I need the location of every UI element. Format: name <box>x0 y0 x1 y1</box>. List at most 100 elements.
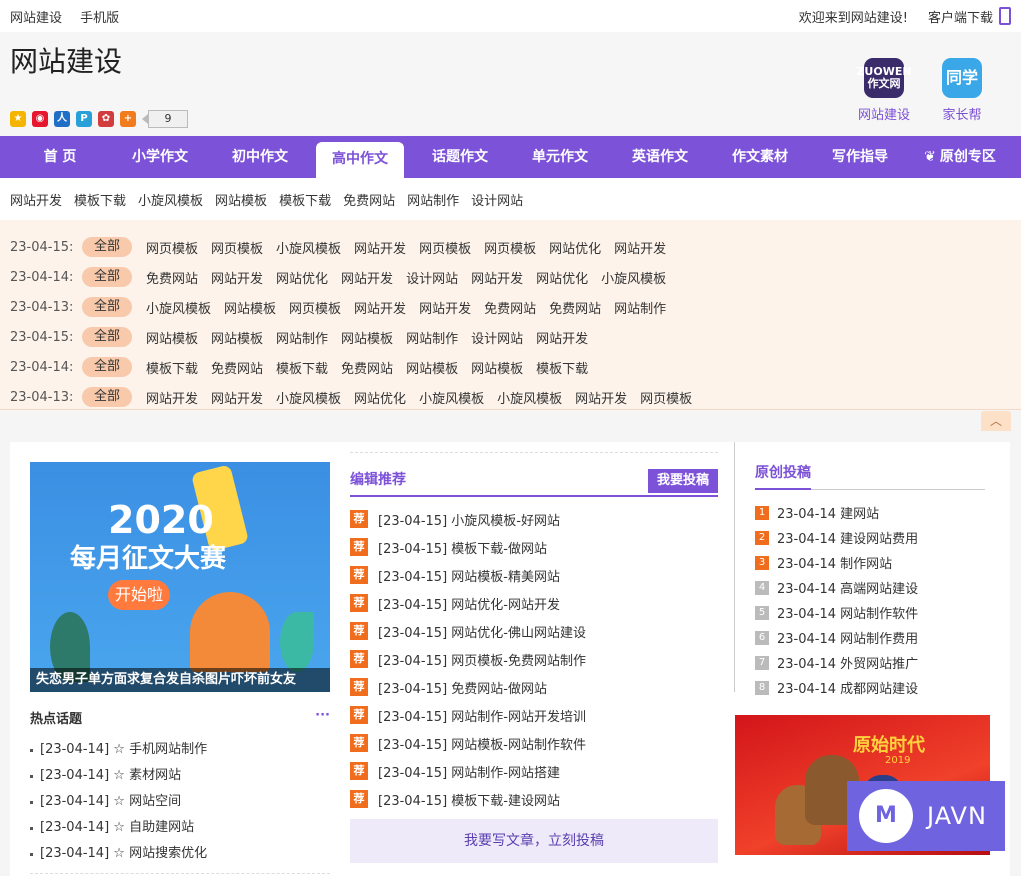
tag-link[interactable]: 网页模板 <box>211 238 263 257</box>
original-post-link[interactable]: 23-04-14 建设网站费用 <box>777 528 918 547</box>
list-item[interactable]: 荐 [23-04-15] 小旋风模板-好网站 <box>350 505 718 533</box>
keyword-link[interactable]: 网站开发 <box>10 190 62 209</box>
list-item[interactable]: [23-04-14] ☆ 自助建网站 <box>30 815 330 841</box>
tag-link[interactable]: 免费网站 <box>549 298 601 317</box>
tag-link[interactable]: 网站开发 <box>419 298 471 317</box>
recommend-link[interactable]: [23-04-15] 网页模板-免费网站制作 <box>378 650 586 669</box>
douban-icon[interactable]: ✿ <box>98 111 114 127</box>
recommend-link[interactable]: [23-04-15] 网站优化-佛山网站建设 <box>378 622 586 641</box>
all-tags-button[interactable]: 全部 <box>82 357 132 377</box>
tag-link[interactable]: 小旋风模板 <box>146 298 211 317</box>
recommend-link[interactable]: [23-04-15] 小旋风模板-好网站 <box>378 510 560 529</box>
tag-link[interactable]: 网站开发 <box>211 388 263 407</box>
tag-link[interactable]: 免费网站 <box>484 298 536 317</box>
list-item[interactable]: [23-04-14] ☆ 手机网站制作 <box>30 737 330 763</box>
original-post-link[interactable]: 23-04-14 网站制作费用 <box>777 628 918 647</box>
list-item[interactable]: 荐 [23-04-15] 网站模板-网站制作软件 <box>350 729 718 757</box>
original-post-link[interactable]: 23-04-14 外贸网站推广 <box>777 653 918 672</box>
list-item[interactable]: 6 23-04-14 网站制作费用 <box>755 625 985 650</box>
keyword-link[interactable]: 模板下载 <box>279 190 331 209</box>
recommend-link[interactable]: [23-04-15] 模板下载-做网站 <box>378 538 547 557</box>
renren-icon[interactable]: 人 <box>54 111 70 127</box>
site-title[interactable]: 网站建设 <box>10 40 122 80</box>
recommend-link[interactable]: [23-04-15] 网站优化-网站开发 <box>378 594 560 613</box>
tag-link[interactable]: 网页模板 <box>289 298 341 317</box>
tag-link[interactable]: 小旋风模板 <box>276 388 341 407</box>
list-item[interactable]: 7 23-04-14 外贸网站推广 <box>755 650 985 675</box>
tag-link[interactable]: 免费网站 <box>146 268 198 287</box>
top-link-home[interactable]: 网站建设 <box>10 11 62 26</box>
tag-link[interactable]: 模板下载 <box>146 358 198 377</box>
list-item[interactable]: 3 23-04-14 制作网站 <box>755 550 985 575</box>
tag-link[interactable]: 网站开发 <box>354 298 406 317</box>
recommend-link[interactable]: [23-04-15] 网站制作-网站搭建 <box>378 762 560 781</box>
qzone-icon[interactable]: ★ <box>10 111 26 127</box>
tag-link[interactable]: 网站模板 <box>406 358 458 377</box>
original-post-link[interactable]: 23-04-14 网站制作软件 <box>777 603 918 622</box>
recommend-link[interactable]: [23-04-15] 免费网站-做网站 <box>378 678 547 697</box>
recommend-link[interactable]: [23-04-15] 模板下载-建设网站 <box>378 790 560 809</box>
original-post-link[interactable]: 23-04-14 制作网站 <box>777 553 892 572</box>
nav-senior-essay[interactable]: 高中作文 <box>316 142 404 178</box>
tag-link[interactable]: 网站模板 <box>471 358 523 377</box>
app-zuowen[interactable]: ZUOWEN 作文网 网站建设 <box>853 58 915 123</box>
tag-link[interactable]: 网站优化 <box>276 268 328 287</box>
weibo-icon[interactable]: ◉ <box>32 111 48 127</box>
tag-link[interactable]: 小旋风模板 <box>497 388 562 407</box>
tag-link[interactable]: 网站制作 <box>406 328 458 347</box>
tag-link[interactable]: 网站开发 <box>341 268 393 287</box>
tag-link[interactable]: 设计网站 <box>471 328 523 347</box>
write-article-bar[interactable]: 我要写文章，立刻投稿 <box>350 819 718 863</box>
more-share-icon[interactable]: + <box>120 111 136 127</box>
tag-link[interactable]: 网站开发 <box>211 268 263 287</box>
tag-link[interactable]: 网页模板 <box>146 238 198 257</box>
tag-link[interactable]: 网站开发 <box>471 268 523 287</box>
list-item[interactable]: [23-04-14] ☆ 素材网站 <box>30 763 330 789</box>
list-item[interactable]: 荐 [23-04-15] 网站制作-网站开发培训 <box>350 701 718 729</box>
mobile-phone-icon[interactable] <box>999 7 1011 25</box>
recommend-link[interactable]: [23-04-15] 网站制作-网站开发培训 <box>378 706 586 725</box>
list-item[interactable]: 1 23-04-14 建网站 <box>755 500 985 525</box>
all-tags-button[interactable]: 全部 <box>82 237 132 257</box>
all-tags-button[interactable]: 全部 <box>82 387 132 407</box>
nav-primary-essay[interactable]: 小学作文 <box>110 136 210 178</box>
tag-link[interactable]: 模板下载 <box>536 358 588 377</box>
client-download-link[interactable]: 客户端下载 <box>928 7 993 26</box>
hot-topics-more-button[interactable]: ··· <box>315 708 330 727</box>
tag-link[interactable]: 网站优化 <box>354 388 406 407</box>
tag-link[interactable]: 小旋风模板 <box>601 268 666 287</box>
nav-writing-guide[interactable]: 写作指导 <box>810 136 910 178</box>
list-item[interactable]: 荐 [23-04-15] 模板下载-建设网站 <box>350 785 718 813</box>
tag-link[interactable]: 网站开发 <box>146 388 198 407</box>
tag-link[interactable]: 网站制作 <box>614 298 666 317</box>
tag-link[interactable]: 网站开发 <box>536 328 588 347</box>
nav-topic-essay[interactable]: 话题作文 <box>410 136 510 178</box>
nav-junior-essay[interactable]: 初中作文 <box>210 136 310 178</box>
tag-link[interactable]: 网站模板 <box>341 328 393 347</box>
list-item[interactable]: 荐 [23-04-15] 免费网站-做网站 <box>350 673 718 701</box>
submit-article-button[interactable]: 我要投稿 <box>648 469 718 493</box>
recommend-link[interactable]: [23-04-15] 网站模板-精美网站 <box>378 566 560 585</box>
list-item[interactable]: 荐 [23-04-15] 模板下载-做网站 <box>350 533 718 561</box>
tag-link[interactable]: 网站制作 <box>276 328 328 347</box>
tag-link[interactable]: 小旋风模板 <box>276 238 341 257</box>
list-item[interactable]: 荐 [23-04-15] 网站制作-网站搭建 <box>350 757 718 785</box>
collapse-panel-button[interactable]: ︿ <box>981 411 1011 431</box>
nav-english-essay[interactable]: 英语作文 <box>610 136 710 178</box>
original-post-link[interactable]: 23-04-14 建网站 <box>777 503 879 522</box>
original-post-link[interactable]: 23-04-14 成都网站建设 <box>777 678 918 697</box>
list-item[interactable]: 荐 [23-04-15] 网站模板-精美网站 <box>350 561 718 589</box>
tag-link[interactable]: 设计网站 <box>406 268 458 287</box>
recommend-link[interactable]: [23-04-15] 网站模板-网站制作软件 <box>378 734 586 753</box>
list-item[interactable]: 8 23-04-14 成都网站建设 <box>755 675 985 700</box>
tag-link[interactable]: 网站开发 <box>575 388 627 407</box>
original-post-link[interactable]: 23-04-14 高端网站建设 <box>777 578 918 597</box>
top-link-mobile[interactable]: 手机版 <box>80 11 119 26</box>
app-tongxue[interactable]: 同学 家长帮 <box>931 58 993 123</box>
list-item[interactable]: 荐 [23-04-15] 网页模板-免费网站制作 <box>350 645 718 673</box>
tag-link[interactable]: 网页模板 <box>419 238 471 257</box>
list-item[interactable]: 荐 [23-04-15] 网站优化-网站开发 <box>350 589 718 617</box>
list-item[interactable]: 5 23-04-14 网站制作软件 <box>755 600 985 625</box>
tag-link[interactable]: 网站开发 <box>614 238 666 257</box>
all-tags-button[interactable]: 全部 <box>82 327 132 347</box>
